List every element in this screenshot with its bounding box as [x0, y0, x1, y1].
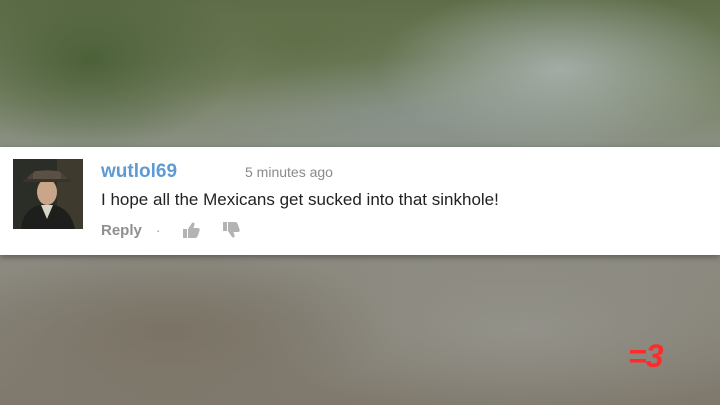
comment-timestamp: 5 minutes ago — [245, 164, 333, 180]
comment-actions: Reply · — [101, 219, 241, 241]
avatar-portrait — [13, 159, 83, 229]
comment-text: I hope all the Mexicans get sucked into … — [101, 190, 499, 209]
thumbs-up-icon[interactable] — [181, 220, 201, 240]
watermark-text: =3 — [628, 338, 663, 374]
username-link[interactable]: wutlol69 — [101, 161, 177, 183]
reply-button[interactable]: Reply — [101, 222, 142, 239]
avatar[interactable] — [13, 159, 83, 229]
thumbs-down-icon[interactable] — [221, 220, 241, 240]
comment-card: wutlol69 5 minutes ago I hope all the Me… — [0, 147, 720, 255]
action-separator: · — [155, 222, 161, 238]
